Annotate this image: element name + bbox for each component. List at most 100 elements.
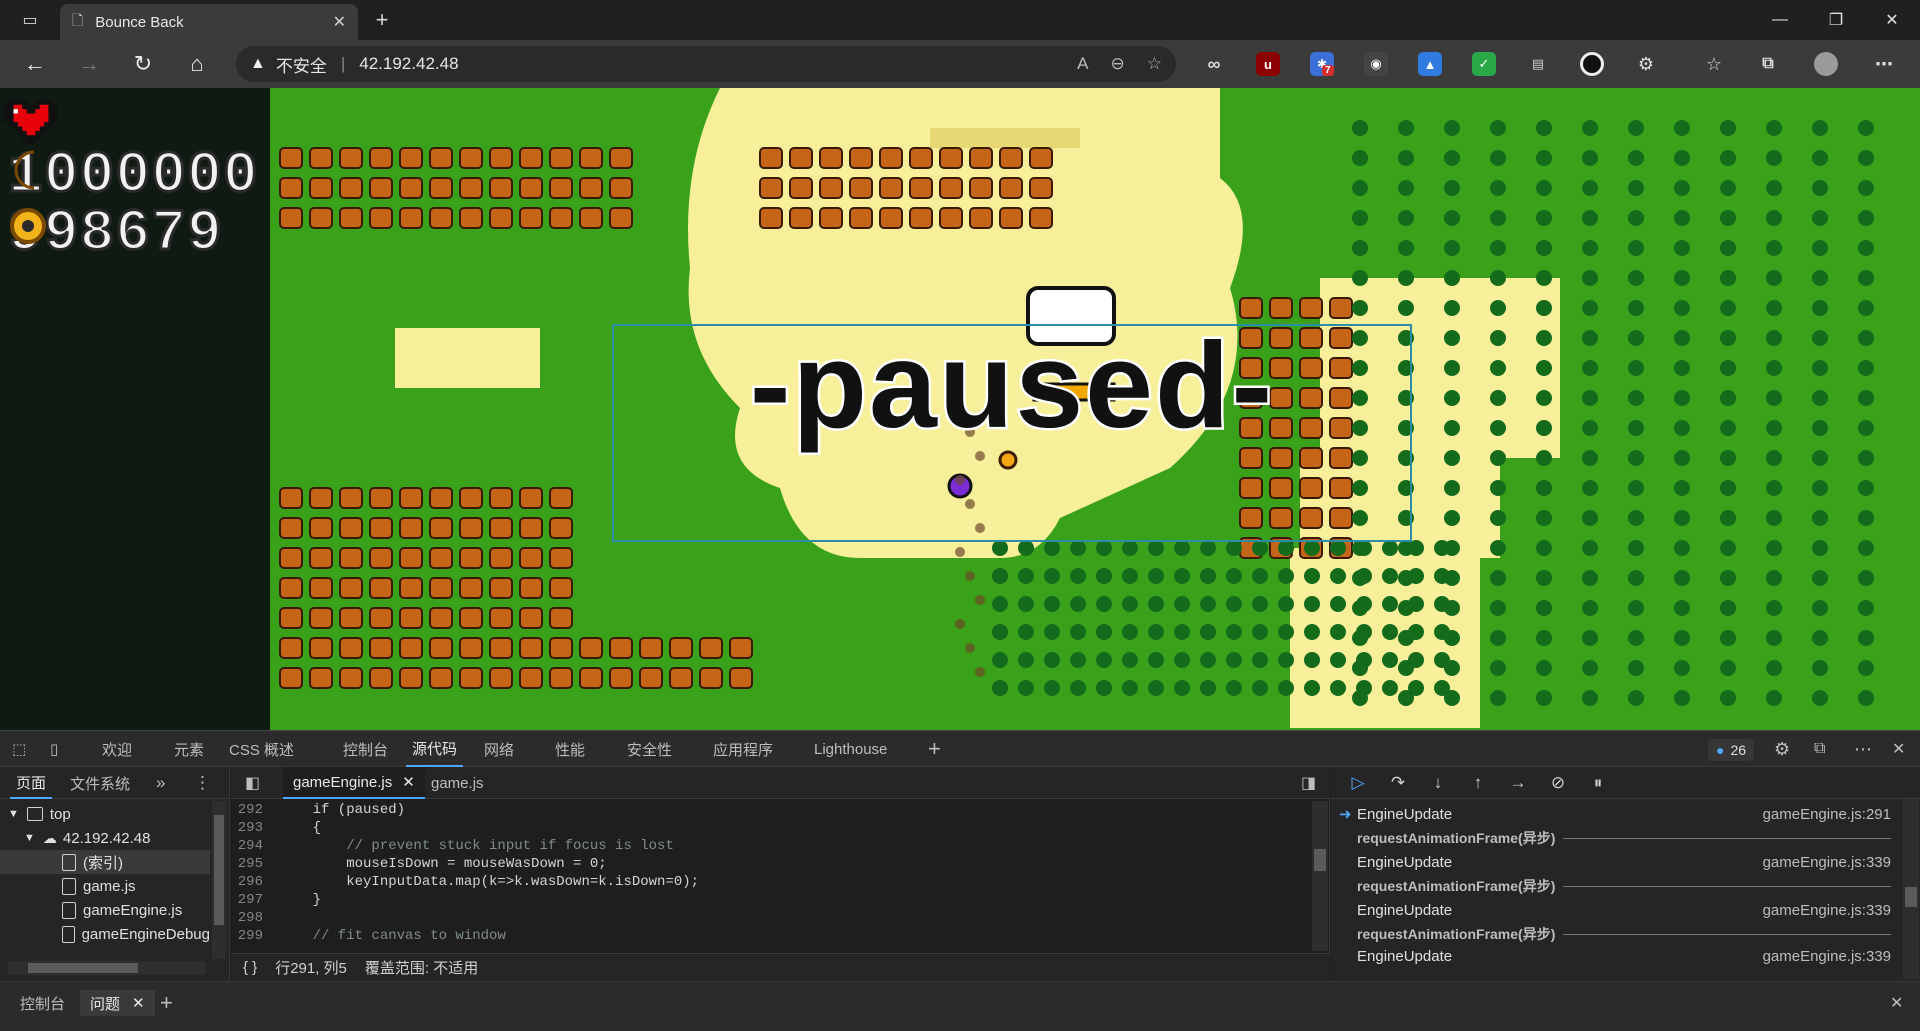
- call-frame[interactable]: EngineUpdate gameEngine.js:339: [1331, 945, 1901, 967]
- shield-extension-icon[interactable]: ✓: [1472, 52, 1496, 76]
- add-tab-icon[interactable]: +: [928, 731, 941, 767]
- close-drawer-icon[interactable]: ✕: [1890, 990, 1903, 1016]
- url-text[interactable]: 42.192.42.48: [359, 54, 458, 74]
- refresh-icon[interactable]: ↻: [116, 40, 170, 88]
- line-number[interactable]: 295: [231, 856, 279, 872]
- editor-tab-gameengine[interactable]: gameEngine.js ✕: [283, 767, 425, 799]
- reader-extension-icon[interactable]: ▤: [1526, 52, 1550, 76]
- customize-icon[interactable]: ⧉: [1814, 731, 1825, 767]
- line-number[interactable]: 293: [231, 820, 279, 836]
- close-devtools-icon[interactable]: ✕: [1892, 731, 1905, 767]
- address-bar[interactable]: ▲ 不安全 | 42.192.42.48 A ⊖ ☆: [236, 46, 1176, 82]
- step-icon[interactable]: →: [1505, 771, 1531, 795]
- tab-elements[interactable]: 元素: [174, 731, 204, 767]
- call-frame[interactable]: ➜ EngineUpdate gameEngine.js:291: [1331, 801, 1901, 827]
- code-line[interactable]: 297 }: [231, 891, 1311, 909]
- navigator-scrollbar[interactable]: [212, 801, 226, 959]
- scrollbar-thumb[interactable]: [214, 815, 224, 925]
- toggle-debugger-icon[interactable]: ◨: [1291, 767, 1326, 799]
- close-window-icon[interactable]: ✕: [1864, 0, 1920, 40]
- frame-location[interactable]: gameEngine.js:339: [1763, 854, 1901, 871]
- frame-location[interactable]: gameEngine.js:339: [1763, 948, 1901, 965]
- add-drawer-tab-icon[interactable]: +: [160, 990, 173, 1016]
- extension-icon[interactable]: ✱ 7: [1310, 52, 1334, 76]
- game-canvas[interactable]: 1000000 998679 -paused-: [0, 88, 1920, 730]
- tree-file-index[interactable]: (索引): [0, 850, 210, 874]
- resume-icon[interactable]: ▷: [1345, 771, 1371, 795]
- editor-scrollbar[interactable]: [1312, 801, 1328, 951]
- code-line[interactable]: 298: [231, 909, 1311, 927]
- profile-avatar[interactable]: [1814, 52, 1838, 76]
- tab-network[interactable]: 网络: [484, 731, 514, 767]
- tree-file-gameenginedebug[interactable]: gameEngineDebug: [0, 922, 210, 946]
- tab-lighthouse[interactable]: Lighthouse: [814, 731, 887, 767]
- close-tab-icon[interactable]: ✕: [333, 12, 346, 32]
- line-number[interactable]: 299: [231, 928, 279, 944]
- tab-security[interactable]: 安全性: [627, 731, 672, 767]
- line-number[interactable]: 292: [231, 802, 279, 818]
- ublock-icon[interactable]: u: [1256, 52, 1280, 76]
- navigator-hscrollbar[interactable]: [8, 961, 206, 975]
- tree-file-game[interactable]: game.js: [0, 874, 136, 898]
- call-frame[interactable]: EngineUpdate gameEngine.js:339: [1331, 897, 1901, 923]
- code-area[interactable]: 292 if (paused) 293 {294 // prevent stuck…: [231, 801, 1311, 951]
- inspect-icon[interactable]: ⬚: [12, 731, 26, 767]
- code-line[interactable]: 294 // prevent stuck input if focus is l…: [231, 837, 1311, 855]
- back-icon[interactable]: ←: [8, 40, 62, 88]
- editor-tab-game[interactable]: game.js: [421, 767, 494, 799]
- code-line[interactable]: 295 mouseIsDown = mouseWasDown = 0;: [231, 855, 1311, 873]
- line-number[interactable]: 298: [231, 910, 279, 926]
- toggle-navigator-icon[interactable]: ◧: [235, 767, 270, 799]
- minimize-icon[interactable]: —: [1752, 0, 1808, 40]
- expand-arrow-icon[interactable]: ▼: [8, 808, 19, 820]
- code-line[interactable]: 292 if (paused): [231, 801, 1311, 819]
- hscrollbar-thumb[interactable]: [28, 963, 138, 973]
- scrollbar-thumb[interactable]: [1905, 887, 1917, 907]
- glasses-extension-icon[interactable]: ◉: [1364, 52, 1388, 76]
- close-drawer-tab-icon[interactable]: ✕: [132, 994, 145, 1012]
- code-line[interactable]: 293 {: [231, 819, 1311, 837]
- tab-css-overview[interactable]: CSS 概述: [229, 731, 294, 767]
- subtab-page[interactable]: 页面: [10, 767, 53, 799]
- devtools-more-icon[interactable]: ⋯: [1854, 731, 1872, 767]
- tab-actions-icon[interactable]: ▭: [10, 0, 50, 40]
- warning-icon[interactable]: ▲: [250, 55, 266, 73]
- step-out-icon[interactable]: ↑: [1465, 771, 1491, 795]
- restore-icon[interactable]: ❐: [1808, 0, 1864, 40]
- close-file-icon[interactable]: ✕: [402, 773, 415, 791]
- tab-console[interactable]: 控制台: [343, 731, 388, 767]
- navigator-menu-icon[interactable]: ⋮: [194, 767, 211, 799]
- security-label[interactable]: 不安全: [276, 52, 327, 77]
- tree-top[interactable]: ▼ top: [0, 802, 71, 826]
- callstack-scrollbar[interactable]: [1903, 799, 1919, 979]
- tree-file-gameengine[interactable]: gameEngine.js: [0, 898, 182, 922]
- tab-welcome[interactable]: 欢迎: [102, 731, 132, 767]
- collections-icon[interactable]: ⧉: [1756, 52, 1780, 76]
- favorites-icon[interactable]: ☆: [1702, 52, 1726, 76]
- settings-icon[interactable]: ⚙: [1774, 731, 1790, 767]
- forward-icon[interactable]: →: [62, 40, 116, 88]
- line-number[interactable]: 294: [231, 838, 279, 854]
- zoom-icon[interactable]: ⊖: [1111, 54, 1125, 74]
- more-tabs-icon[interactable]: »: [156, 767, 165, 799]
- pretty-print-button[interactable]: { }: [243, 959, 257, 976]
- line-number[interactable]: 296: [231, 874, 279, 890]
- extensions-icon[interactable]: ⚙: [1634, 52, 1658, 76]
- tree-host[interactable]: ▼ ☁ 42.192.42.48: [0, 826, 150, 850]
- more-menu-icon[interactable]: ⋯: [1872, 52, 1896, 76]
- tab-performance[interactable]: 性能: [555, 731, 585, 767]
- tab-sources[interactable]: 源代码: [406, 731, 464, 767]
- device-emulation-icon[interactable]: ▯: [50, 731, 58, 767]
- frame-location[interactable]: gameEngine.js:339: [1763, 902, 1901, 919]
- browser-tab[interactable]: 🗋 Bounce Back ✕: [60, 4, 358, 40]
- drawer-tab-console[interactable]: 控制台: [20, 990, 65, 1016]
- drawer-tab-issues[interactable]: 问题 ✕: [80, 990, 155, 1016]
- home-icon[interactable]: ⌂: [170, 40, 224, 88]
- user-extension-icon[interactable]: ▲: [1418, 52, 1442, 76]
- tab-application[interactable]: 应用程序: [713, 731, 773, 767]
- subtab-filesystem[interactable]: 文件系统: [70, 767, 130, 799]
- favorite-add-icon[interactable]: ☆: [1147, 54, 1162, 74]
- scrollbar-thumb[interactable]: [1314, 849, 1326, 871]
- deactivate-breakpoints-icon[interactable]: ⊘: [1545, 771, 1571, 795]
- pause-on-exceptions-icon[interactable]: ⏸: [1585, 771, 1611, 795]
